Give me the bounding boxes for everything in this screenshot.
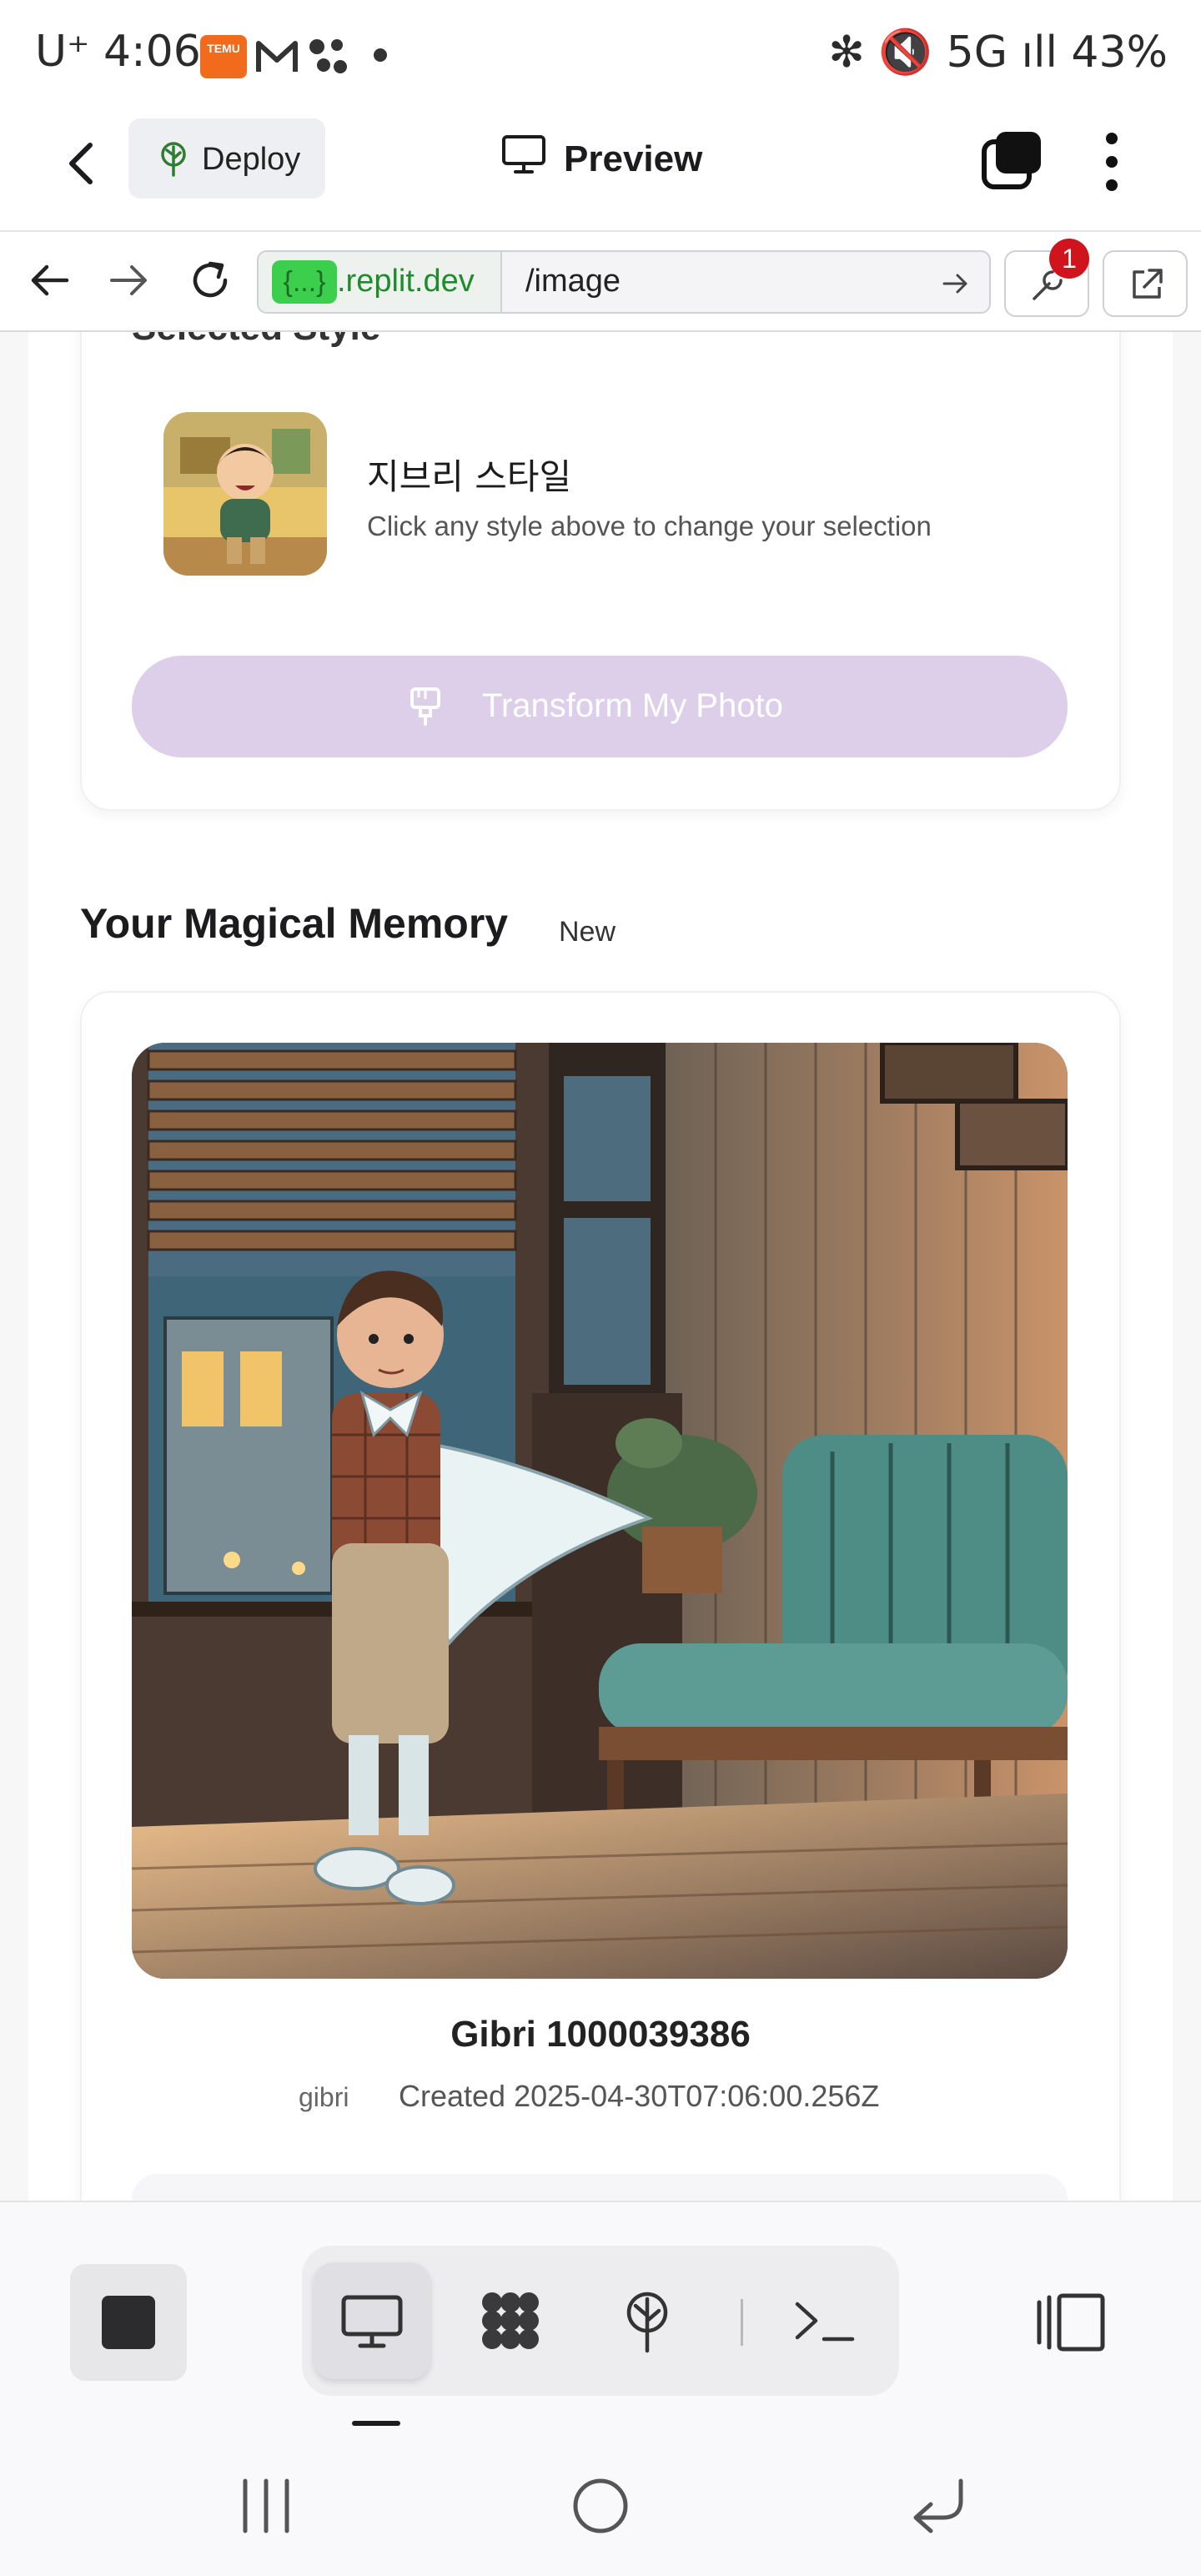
deploy-button[interactable]: Deploy <box>128 118 325 199</box>
tool-workspace[interactable] <box>452 2262 569 2379</box>
ghibli-boy-illustration <box>132 1043 1068 1979</box>
external-link-icon <box>1133 269 1163 299</box>
next-card-peek <box>132 2174 1068 2201</box>
back-nav-icon[interactable] <box>906 2473 972 2539</box>
image-style-tag: gibri <box>299 2082 349 2112</box>
reload-icon[interactable] <box>185 255 235 305</box>
status-indicators: ✻ 🔇 5G ıll 43% <box>828 28 1168 78</box>
tool-deploy[interactable] <box>589 2262 706 2379</box>
url-bar[interactable]: {...} .replit.dev /image <box>257 250 991 314</box>
replit-braces-icon: {...} <box>272 260 337 304</box>
new-badge: New <box>559 916 616 948</box>
tool-switcher <box>302 2246 899 2396</box>
open-new-tab-button[interactable] <box>1103 250 1188 317</box>
style-hint: Click any style above to change your sel… <box>367 511 932 541</box>
transform-button-label: Transform My Photo <box>482 687 783 724</box>
kebab-icon[interactable] <box>1099 128 1124 195</box>
stop-icon <box>102 2296 155 2349</box>
go-arrow-icon[interactable] <box>941 269 971 299</box>
image-created-date: Created 2025-04-30T07:06:00.256Z <box>399 2079 880 2113</box>
result-image[interactable] <box>132 1043 1068 1979</box>
ghibli-style-thumb-image <box>163 412 327 576</box>
domain-chip[interactable]: {...} .replit.dev <box>259 252 502 312</box>
tool-preview[interactable] <box>314 2262 430 2379</box>
deploy-tree-icon <box>626 2292 668 2353</box>
replit-bottom-toolbar <box>0 2201 1201 2426</box>
style-thumbnail <box>163 412 327 576</box>
monitor-icon <box>502 135 545 174</box>
preview-browser-bar: {...} .replit.dev /image 1 <box>0 232 1201 332</box>
back-chevron-icon[interactable] <box>58 138 108 189</box>
tabs-icon[interactable] <box>981 130 1044 190</box>
preview-page: Selected Style 지브리 스타일 Click any style a… <box>0 332 1201 2201</box>
app-dots-icon <box>309 39 347 73</box>
recent-apps-icon[interactable] <box>237 2473 295 2539</box>
section-title: Your Magical Memory <box>80 900 509 947</box>
stop-button[interactable] <box>70 2264 187 2381</box>
workspace-icon <box>482 2292 539 2349</box>
status-bar: U⁺ 4:06 TEMU ✻ 🔇 5G ıll 43% <box>0 0 1201 107</box>
transform-photo-button[interactable]: Transform My Photo <box>132 656 1068 757</box>
tool-shell[interactable] <box>766 2262 882 2379</box>
temu-icon: TEMU <box>200 35 247 78</box>
replit-header: Deploy Preview <box>0 107 1201 232</box>
notification-dot <box>374 48 387 62</box>
layout-icon[interactable] <box>1034 2289 1109 2356</box>
preview-label: Preview <box>564 138 703 179</box>
status-time: U⁺ 4:06 <box>35 27 201 77</box>
url-path[interactable]: /image <box>525 264 621 299</box>
paintbrush-icon <box>410 687 440 726</box>
forward-arrow-icon[interactable] <box>103 255 153 305</box>
home-icon[interactable] <box>567 2473 634 2539</box>
image-title: Gibri 1000039386 <box>450 2014 751 2055</box>
tool-divider <box>741 2299 743 2346</box>
back-arrow-icon[interactable] <box>25 255 75 305</box>
terminal-icon <box>795 2302 855 2342</box>
selected-style-heading: Selected Style <box>132 332 380 349</box>
style-name: 지브리 스타일 <box>367 456 572 497</box>
android-nav-bar <box>0 2426 1201 2576</box>
domain-text: .replit.dev <box>337 264 475 299</box>
gmail-icon <box>256 41 298 72</box>
deploy-tree-icon <box>161 142 186 177</box>
preview-title[interactable]: Preview <box>500 130 702 189</box>
monitor-icon <box>341 2295 403 2348</box>
deploy-label: Deploy <box>202 142 301 177</box>
devtools-badge: 1 <box>1049 239 1089 279</box>
